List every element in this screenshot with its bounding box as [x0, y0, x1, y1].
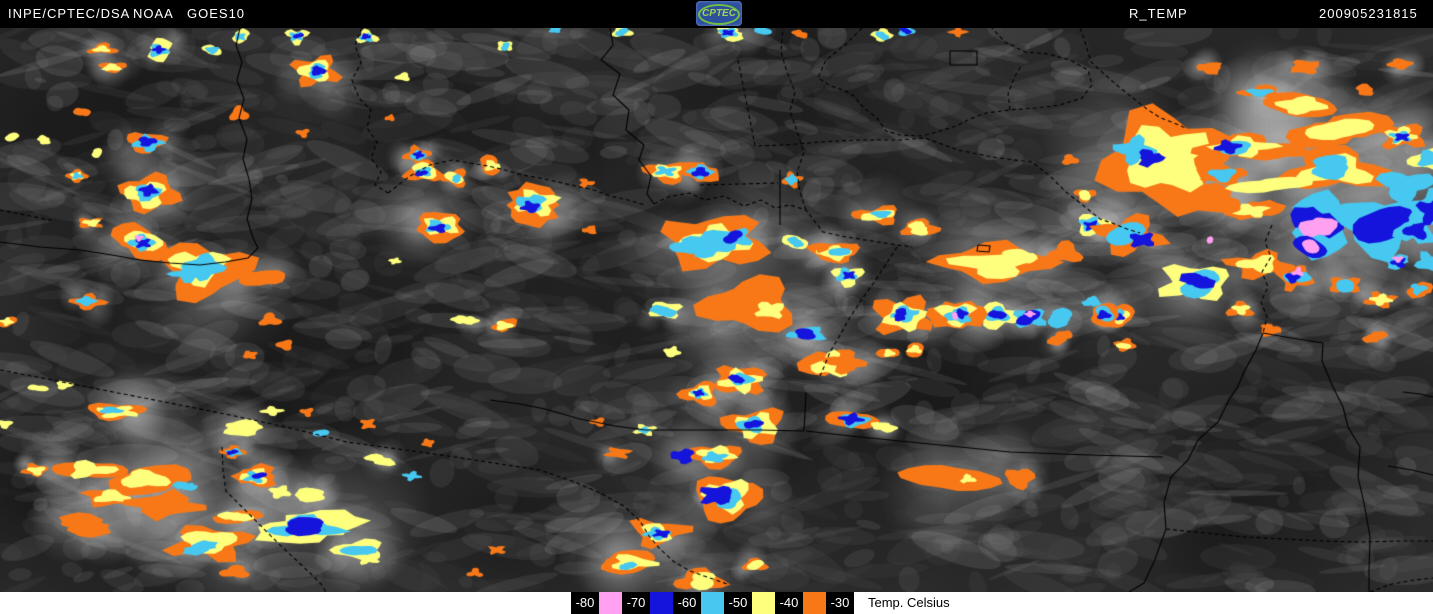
cptec-logo: CPTEC	[696, 1, 742, 26]
agency-label: INPE/CPTEC/DSA	[8, 6, 131, 21]
legend-label-60: -60	[673, 592, 701, 614]
legend-label-50: -50	[724, 592, 752, 614]
noaa-label: NOAA	[133, 6, 174, 21]
product-label: R_TEMP	[1129, 6, 1188, 21]
legend-swatch-cyan	[701, 592, 724, 614]
legend-label-80: -80	[571, 592, 599, 614]
satellite-label: GOES10	[187, 6, 246, 21]
cptec-logo-text: CPTEC	[702, 8, 736, 19]
legend-swatch-blue	[650, 592, 673, 614]
legend-bar: -80 -70 -60 -50 -40 -30 Temp. Celsius	[0, 592, 1433, 614]
header-bar: INPE/CPTEC/DSA NOAA GOES10 CPTEC R_TEMP …	[0, 0, 1433, 28]
timestamp-label: 200905231815	[1319, 6, 1418, 21]
legend-swatch-yellow	[752, 592, 775, 614]
legend-swatch-orange	[803, 592, 826, 614]
satellite-image-viewer: INPE/CPTEC/DSA NOAA GOES10 CPTEC R_TEMP …	[0, 0, 1433, 614]
satellite-map-canvas	[0, 0, 1433, 614]
temperature-legend: -80 -70 -60 -50 -40 -30 Temp. Celsius	[571, 592, 950, 614]
legend-label-30: -30	[826, 592, 854, 614]
legend-swatch-pink	[599, 592, 622, 614]
legend-title: Temp. Celsius	[868, 595, 950, 610]
legend-label-70: -70	[622, 592, 650, 614]
legend-label-40: -40	[775, 592, 803, 614]
